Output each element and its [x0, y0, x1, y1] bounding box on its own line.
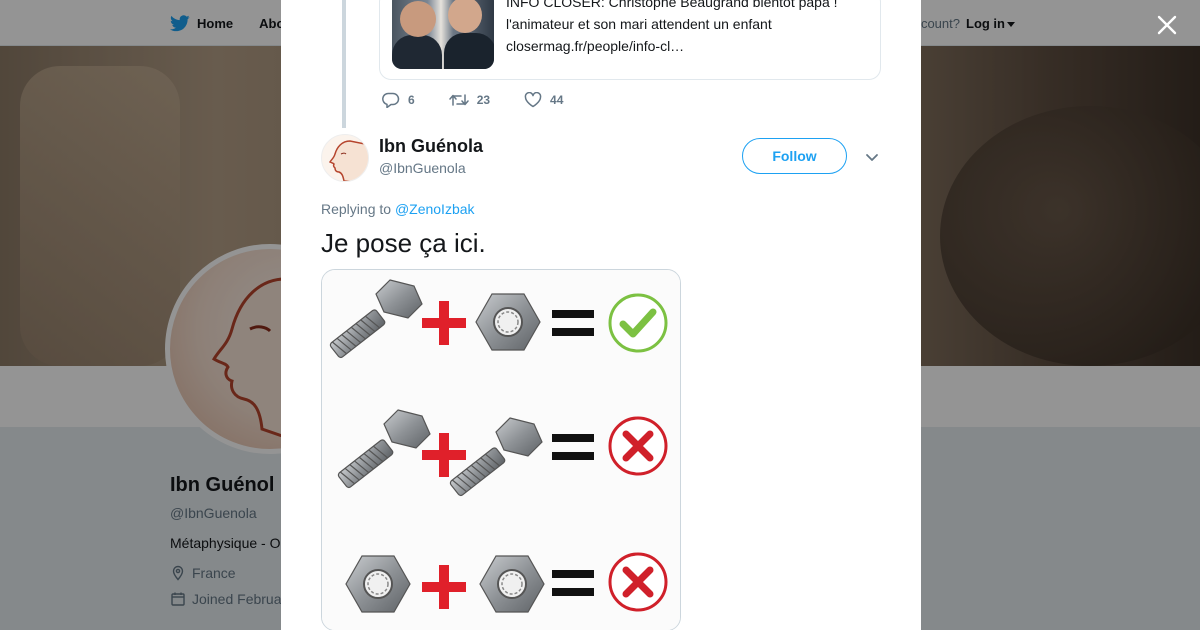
author-avatar[interactable]: [321, 134, 369, 182]
card-image-detail: [400, 1, 436, 37]
like-button[interactable]: 44: [524, 92, 563, 108]
bolt-nut-equation-image: [322, 270, 680, 630]
card-image-detail: [392, 35, 442, 69]
reply-button[interactable]: 6: [382, 92, 415, 108]
reply-count: 6: [408, 93, 415, 107]
tweet-actions: 6 23 44: [382, 92, 597, 108]
card-headline: INFO CLOSER: Christophe Beaugrand bientô…: [506, 0, 838, 10]
retweet-count: 23: [476, 93, 491, 107]
card-description: l'animateur et son mari attendent un enf…: [506, 16, 772, 32]
thread-connector-line: [342, 0, 346, 128]
retweet-button[interactable]: 23: [448, 92, 491, 108]
tweet-media-image[interactable]: [321, 269, 681, 630]
retweet-icon: [448, 94, 469, 106]
quoted-link-card[interactable]: INFO CLOSER: Christophe Beaugrand bientô…: [379, 0, 881, 80]
close-icon: [1157, 15, 1177, 35]
card-url: closermag.fr/people/info-cl…: [506, 38, 685, 54]
card-image-detail: [444, 33, 494, 69]
close-button[interactable]: [1152, 10, 1182, 40]
tweet-modal: INFO CLOSER: Christophe Beaugrand bientô…: [281, 0, 921, 630]
link-card-image: [392, 0, 494, 69]
author-name[interactable]: Ibn Guénola: [379, 136, 483, 157]
more-options-button[interactable]: [863, 148, 881, 166]
author-portrait: [328, 140, 368, 181]
replying-to-link[interactable]: @ZenoIzbak: [395, 201, 475, 217]
link-card-text: INFO CLOSER: Christophe Beaugrand bientô…: [506, 0, 866, 57]
card-image-detail: [448, 0, 482, 33]
like-icon: [524, 92, 542, 108]
replying-to: Replying to @ZenoIzbak: [321, 201, 475, 217]
like-count: 44: [550, 93, 564, 107]
tweet-text: Je pose ça ici.: [321, 228, 486, 258]
follow-button[interactable]: Follow: [742, 138, 847, 174]
reply-icon: [382, 92, 400, 108]
chevron-down-icon: [866, 154, 878, 161]
replying-prefix: Replying to: [321, 201, 392, 217]
author-handle[interactable]: @IbnGuenola: [379, 160, 466, 176]
